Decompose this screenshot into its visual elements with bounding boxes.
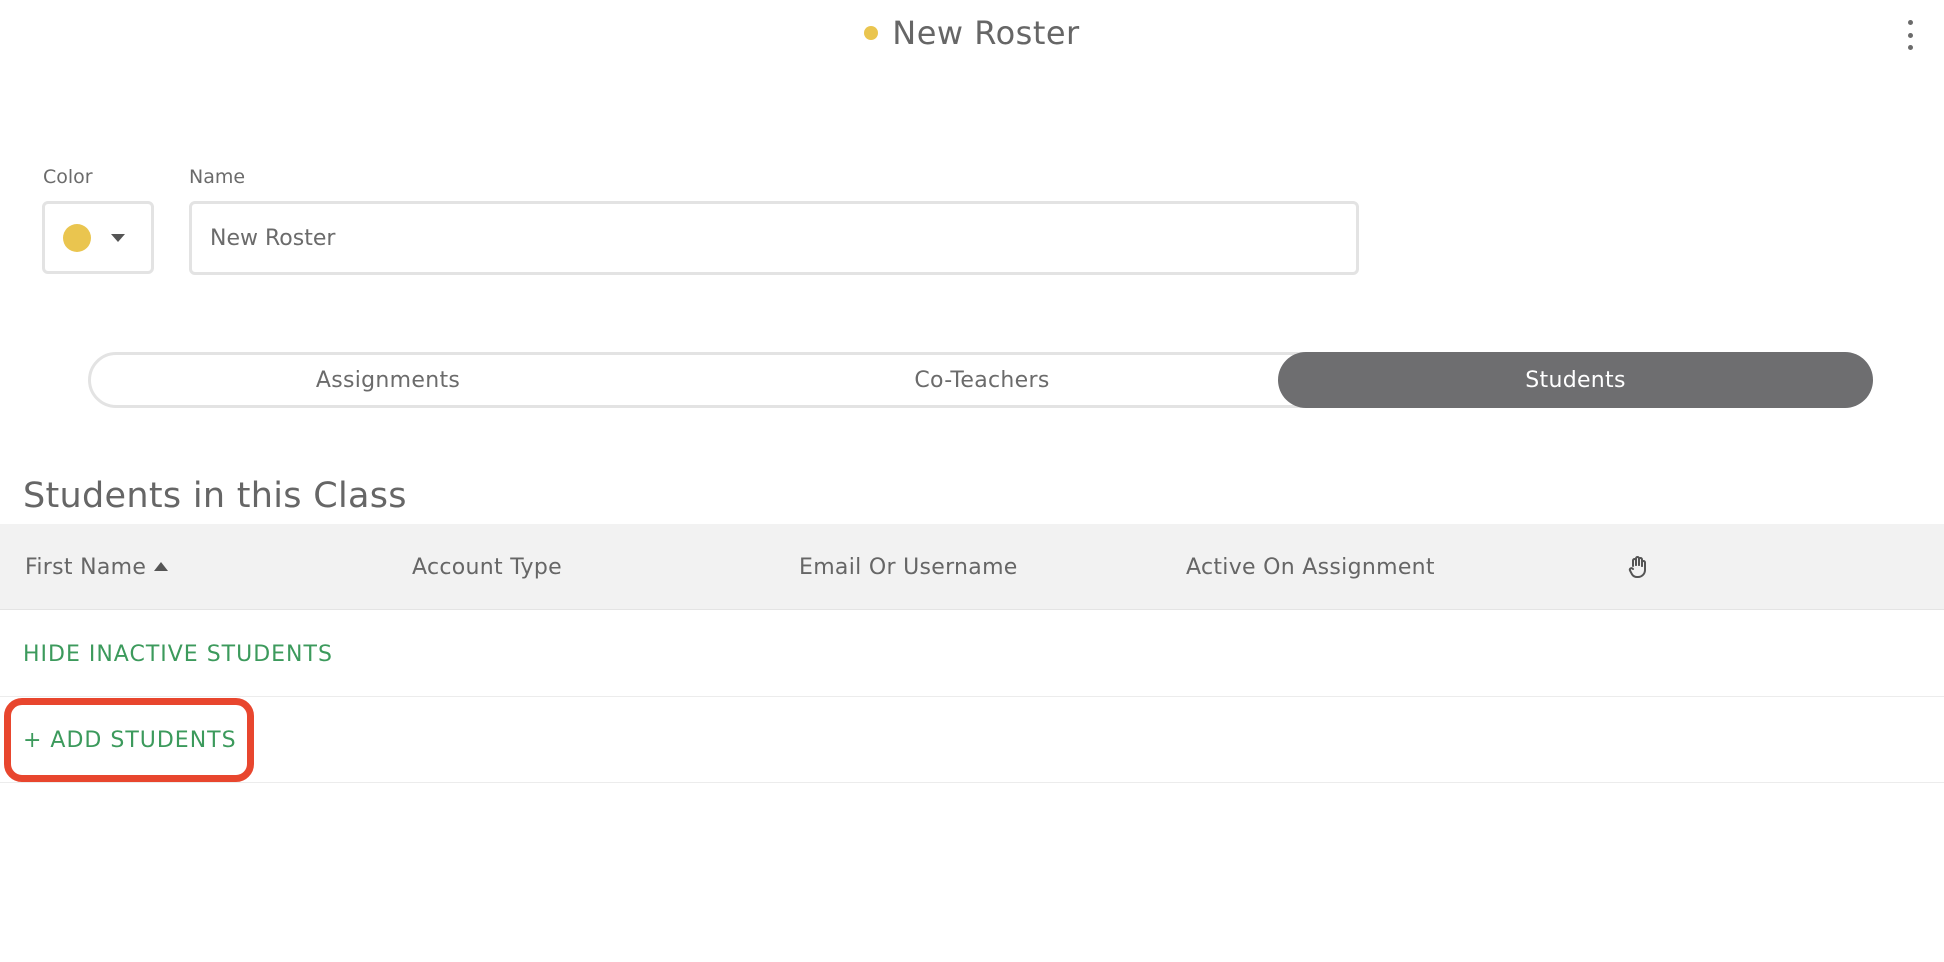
hand-icon (1626, 524, 1650, 610)
page-title: New Roster (892, 14, 1080, 52)
top-bar: New Roster (0, 0, 1944, 70)
add-students-row: + ADD STUDENTS (0, 697, 1944, 783)
hide-inactive-students-link[interactable]: HIDE INACTIVE STUDENTS (23, 611, 333, 697)
tab-co-teachers[interactable]: Co-Teachers (685, 352, 1279, 408)
tab-assignments[interactable]: Assignments (91, 352, 685, 408)
column-email-or-username[interactable]: Email Or Username (799, 524, 1018, 610)
roster-color-dot (864, 26, 879, 40)
column-account-type[interactable]: Account Type (412, 524, 562, 610)
column-first-name[interactable]: First Name (25, 524, 169, 610)
column-first-name-label: First Name (25, 554, 147, 580)
section-title: Students in this Class (23, 476, 407, 516)
more-vertical-icon[interactable] (1902, 20, 1918, 50)
roster-title: New Roster (0, 14, 1944, 52)
chevron-down-icon (111, 233, 125, 242)
name-input[interactable] (189, 201, 1359, 275)
add-students-button[interactable]: + ADD STUDENTS (23, 697, 237, 783)
students-table-header: First Name Account Type Email Or Usernam… (0, 524, 1944, 610)
name-label: Name (189, 166, 246, 188)
tab-bar: Assignments Co-Teachers Students (88, 352, 1873, 408)
color-label: Color (43, 166, 93, 188)
hide-inactive-row: HIDE INACTIVE STUDENTS (0, 611, 1944, 697)
sort-ascending-icon (154, 561, 169, 571)
color-select[interactable] (42, 201, 154, 274)
column-active-on-assignment[interactable]: Active On Assignment (1186, 524, 1435, 610)
color-swatch (63, 223, 91, 252)
tab-students[interactable]: Students (1278, 352, 1873, 408)
